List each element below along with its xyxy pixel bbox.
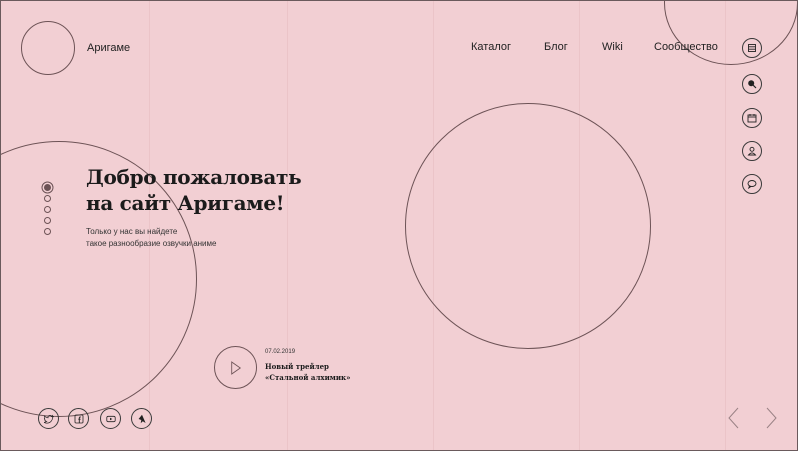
nav-wiki[interactable]: Wiki xyxy=(602,41,623,53)
page: Аригаме Каталог Блог Wiki Сообщество Доб… xyxy=(0,0,798,451)
logo-circle xyxy=(21,21,75,75)
hero-subtitle: Только у нас вы найдете такое разнообраз… xyxy=(86,226,216,250)
hero-title-line: Добро пожаловать xyxy=(86,165,302,189)
search-icon[interactable] xyxy=(742,74,762,94)
play-icon xyxy=(230,360,241,375)
youtube-icon[interactable] xyxy=(100,408,121,429)
slider-dot[interactable] xyxy=(44,217,51,224)
trailer-date: 07.02.2019 xyxy=(265,349,296,355)
hero-subtitle-line: Только у нас вы найдете xyxy=(86,227,178,236)
twitter-icon[interactable] xyxy=(38,408,59,429)
shikimori-icon[interactable] xyxy=(131,408,152,429)
slider-dot[interactable] xyxy=(44,184,51,191)
hero-title: Добро пожаловать на сайт Аригаме! xyxy=(86,164,302,216)
hero-title-line: на сайт Аригаме! xyxy=(86,191,285,215)
trailer-title-line: «Стальной алхимик» xyxy=(265,373,351,382)
chat-icon[interactable] xyxy=(742,174,762,194)
slider-dot[interactable] xyxy=(44,206,51,213)
trailer-title-line: Новый трейлер xyxy=(265,362,329,371)
nav-blog[interactable]: Блог xyxy=(544,41,568,53)
prev-arrow-icon[interactable] xyxy=(726,406,742,430)
calendar-icon[interactable] xyxy=(742,108,762,128)
decor-circle-center xyxy=(405,103,651,349)
logo-text[interactable]: Аригаме xyxy=(87,42,130,54)
next-arrow-icon[interactable] xyxy=(763,406,779,430)
slider-dot[interactable] xyxy=(44,228,51,235)
trailer-title[interactable]: Новый трейлер «Стальной алхимик» xyxy=(265,361,350,383)
nav-catalog[interactable]: Каталог xyxy=(471,41,511,53)
grid-line xyxy=(725,1,726,450)
menu-icon[interactable] xyxy=(742,38,762,58)
slider-dot[interactable] xyxy=(44,195,51,202)
slider-dots xyxy=(44,184,51,239)
nav-community[interactable]: Сообщество xyxy=(654,41,718,53)
play-button[interactable] xyxy=(214,346,257,389)
hero-subtitle-line: такое разнообразие озвучки аниме xyxy=(86,239,217,248)
decor-circle-top-right xyxy=(664,1,797,65)
facebook-icon[interactable] xyxy=(68,408,89,429)
user-icon[interactable] xyxy=(742,141,762,161)
